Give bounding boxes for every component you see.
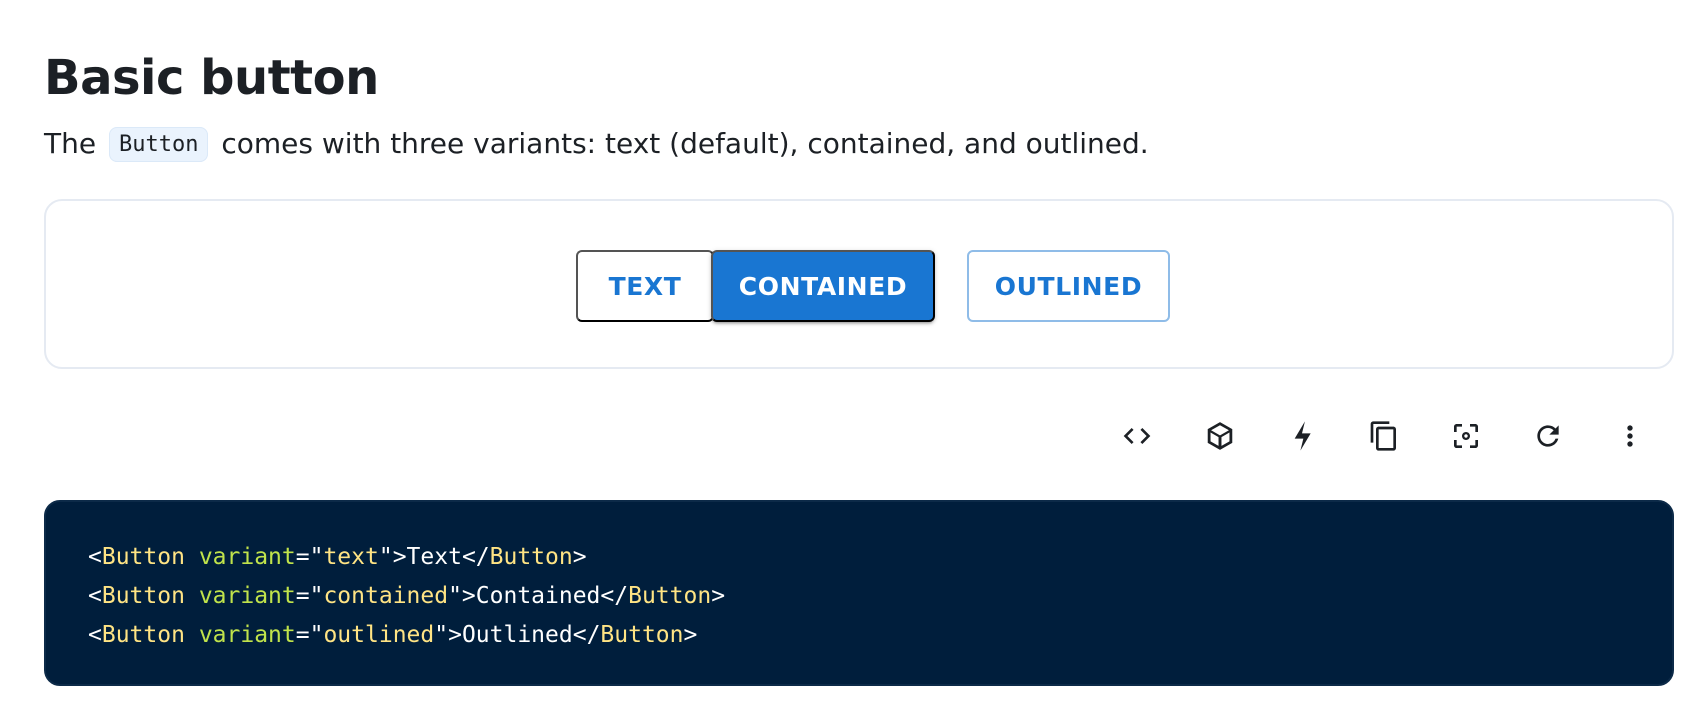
section-description: The Button comes with three variants: te… [44, 124, 1149, 165]
stackblitz-icon[interactable] [1280, 414, 1324, 458]
more-options-icon[interactable] [1608, 414, 1652, 458]
outlined-variant-button[interactable]: OUTLINED [967, 250, 1170, 322]
code-line: <Button variant="contained">Contained</B… [88, 583, 726, 609]
inline-code-button: Button [108, 127, 209, 162]
contained-variant-button[interactable]: CONTAINED [711, 250, 935, 322]
code-line: <Button variant="text">Text</Button> [88, 544, 587, 570]
reset-focus-icon[interactable] [1444, 414, 1488, 458]
description-text-after: comes with three variants: text (default… [212, 127, 1149, 160]
text-variant-button[interactable]: TEXT [576, 250, 714, 322]
demo-toolbar [44, 414, 1674, 458]
code-icon[interactable] [1115, 414, 1159, 458]
copy-icon[interactable] [1362, 414, 1406, 458]
section-title: Basic button [44, 50, 379, 106]
reset-demo-icon[interactable] [1526, 414, 1570, 458]
code-line: <Button variant="outlined">Outlined</But… [88, 622, 698, 648]
code-block: <Button variant="text">Text</Button> <Bu… [44, 500, 1674, 686]
description-text-before: The [44, 127, 105, 160]
code-listing: <Button variant="text">Text</Button> <Bu… [88, 538, 725, 655]
codesandbox-icon[interactable] [1198, 414, 1242, 458]
demo-preview: TEXT CONTAINED OUTLINED [44, 199, 1674, 369]
